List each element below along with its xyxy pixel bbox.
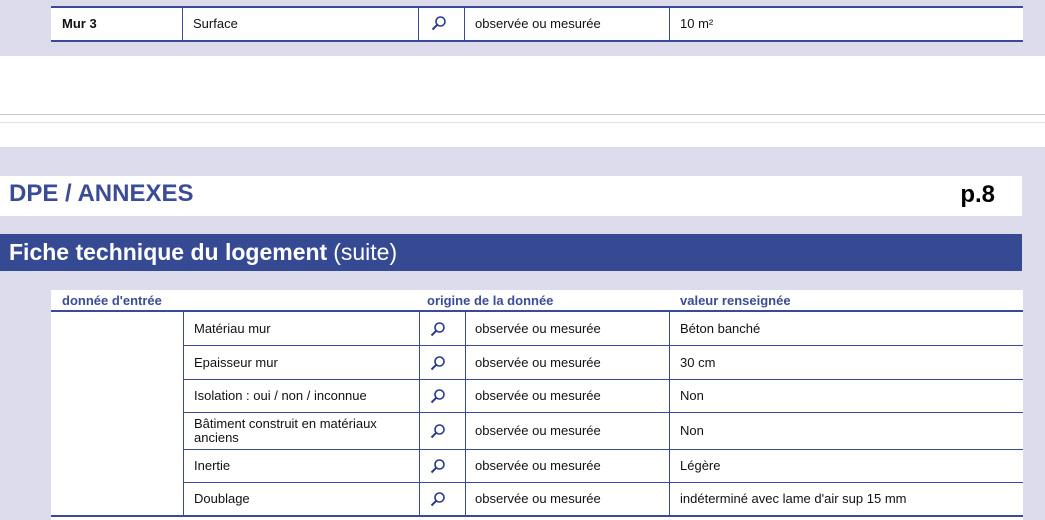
column-separator (182, 6, 183, 40)
search-icon[interactable] (430, 380, 450, 412)
search-icon[interactable] (430, 483, 450, 515)
row-label: Matériau mur (194, 320, 271, 336)
column-separator (465, 346, 466, 379)
table-top-border (51, 6, 1023, 8)
column-separator (669, 483, 670, 515)
row-value: 30 cm (680, 354, 716, 370)
column-separator (183, 346, 184, 379)
page-title: DPE / ANNEXES (9, 180, 194, 207)
search-icon[interactable] (430, 413, 450, 449)
row-group: Mur 3 (62, 15, 97, 31)
column-separator (669, 312, 670, 345)
column-separator (419, 312, 420, 345)
row-origin: observée ou mesurée (475, 354, 601, 370)
column-separator (419, 346, 420, 379)
column-separator (669, 450, 670, 482)
row-value: indéterminé avec lame d'air sup 15 mm (680, 491, 907, 506)
row-origin: observée ou mesurée (475, 320, 601, 336)
column-separator (183, 483, 184, 515)
page-divider (0, 114, 1045, 115)
previous-table: Mur 3 Surface observée ou mesurée 10 m² (51, 6, 1023, 40)
column-separator (465, 413, 466, 449)
table-row: Epaisseur mur observée ou mesurée 30 cm (183, 346, 1023, 380)
column-separator (419, 450, 420, 482)
column-separator (418, 6, 419, 40)
row-border (51, 515, 1023, 517)
row-label: Doublage (194, 491, 250, 506)
right-band-top (1022, 0, 1045, 56)
row-origin: observée ou mesurée (475, 388, 601, 403)
section-title: Fiche technique du logement (9, 239, 328, 265)
column-separator (183, 413, 184, 449)
column-separator (465, 483, 466, 515)
table-row: Mur 3 Surface observée ou mesurée 10 m² (51, 6, 1023, 40)
column-separator (465, 450, 466, 482)
column-header-input: donnée d'entrée (62, 293, 162, 308)
page-number: p.8 (960, 181, 995, 208)
row-value: Non (680, 388, 704, 403)
column-separator (669, 413, 670, 449)
column-header-origin: origine de la donnée (427, 293, 554, 308)
table-row: Inertie observée ou mesurée Légère (183, 450, 1023, 483)
row-label: Epaisseur mur (194, 354, 278, 370)
row-value: Non (680, 423, 704, 438)
table-row: Doublage observée ou mesurée indéterminé a… (51, 483, 1023, 517)
column-separator (669, 380, 670, 412)
search-icon[interactable] (431, 6, 451, 40)
column-separator (465, 312, 466, 345)
table-row: Isolation : oui / non / inconnue observée… (183, 380, 1023, 413)
row-origin: observée ou mesurée (475, 15, 601, 31)
column-separator (419, 380, 420, 412)
row-origin: observée ou mesurée (475, 491, 601, 506)
row-label: Inertie (194, 458, 231, 473)
column-separator (183, 450, 184, 482)
row-value: 10 m² (680, 15, 714, 31)
section-header: Fiche technique du logement (suite) (0, 234, 1022, 271)
column-separator (419, 483, 420, 515)
column-separator (465, 380, 466, 412)
table-row: Matériau mur observée ou mesurée Béton ban… (183, 312, 1023, 346)
page-divider-2 (0, 122, 1045, 123)
row-origin: observée ou mesurée (475, 458, 601, 473)
search-icon[interactable] (430, 346, 450, 379)
row-value: Légère (680, 458, 721, 473)
search-icon[interactable] (430, 450, 450, 482)
row-origin: observée ou mesurée (475, 423, 601, 438)
column-separator (669, 6, 670, 40)
search-icon[interactable] (430, 312, 450, 345)
row-label: Surface (193, 15, 238, 31)
section-suffix: (suite) (333, 239, 398, 265)
table-bottom-border (51, 40, 1023, 42)
column-separator (669, 346, 670, 379)
column-separator (419, 413, 420, 449)
column-separator (183, 380, 184, 412)
row-label: Isolation : oui / non / inconnue (194, 388, 367, 403)
column-separator (464, 6, 465, 40)
row-value: Béton banché (680, 320, 761, 336)
row-label: Bâtiment construit en matériaux anciens (194, 416, 377, 445)
column-separator (183, 312, 184, 345)
column-header-value: valeur renseignée (680, 293, 791, 308)
table-row: Bâtiment construit en matériaux anciens o… (183, 413, 1023, 450)
page-gap (0, 56, 1045, 114)
